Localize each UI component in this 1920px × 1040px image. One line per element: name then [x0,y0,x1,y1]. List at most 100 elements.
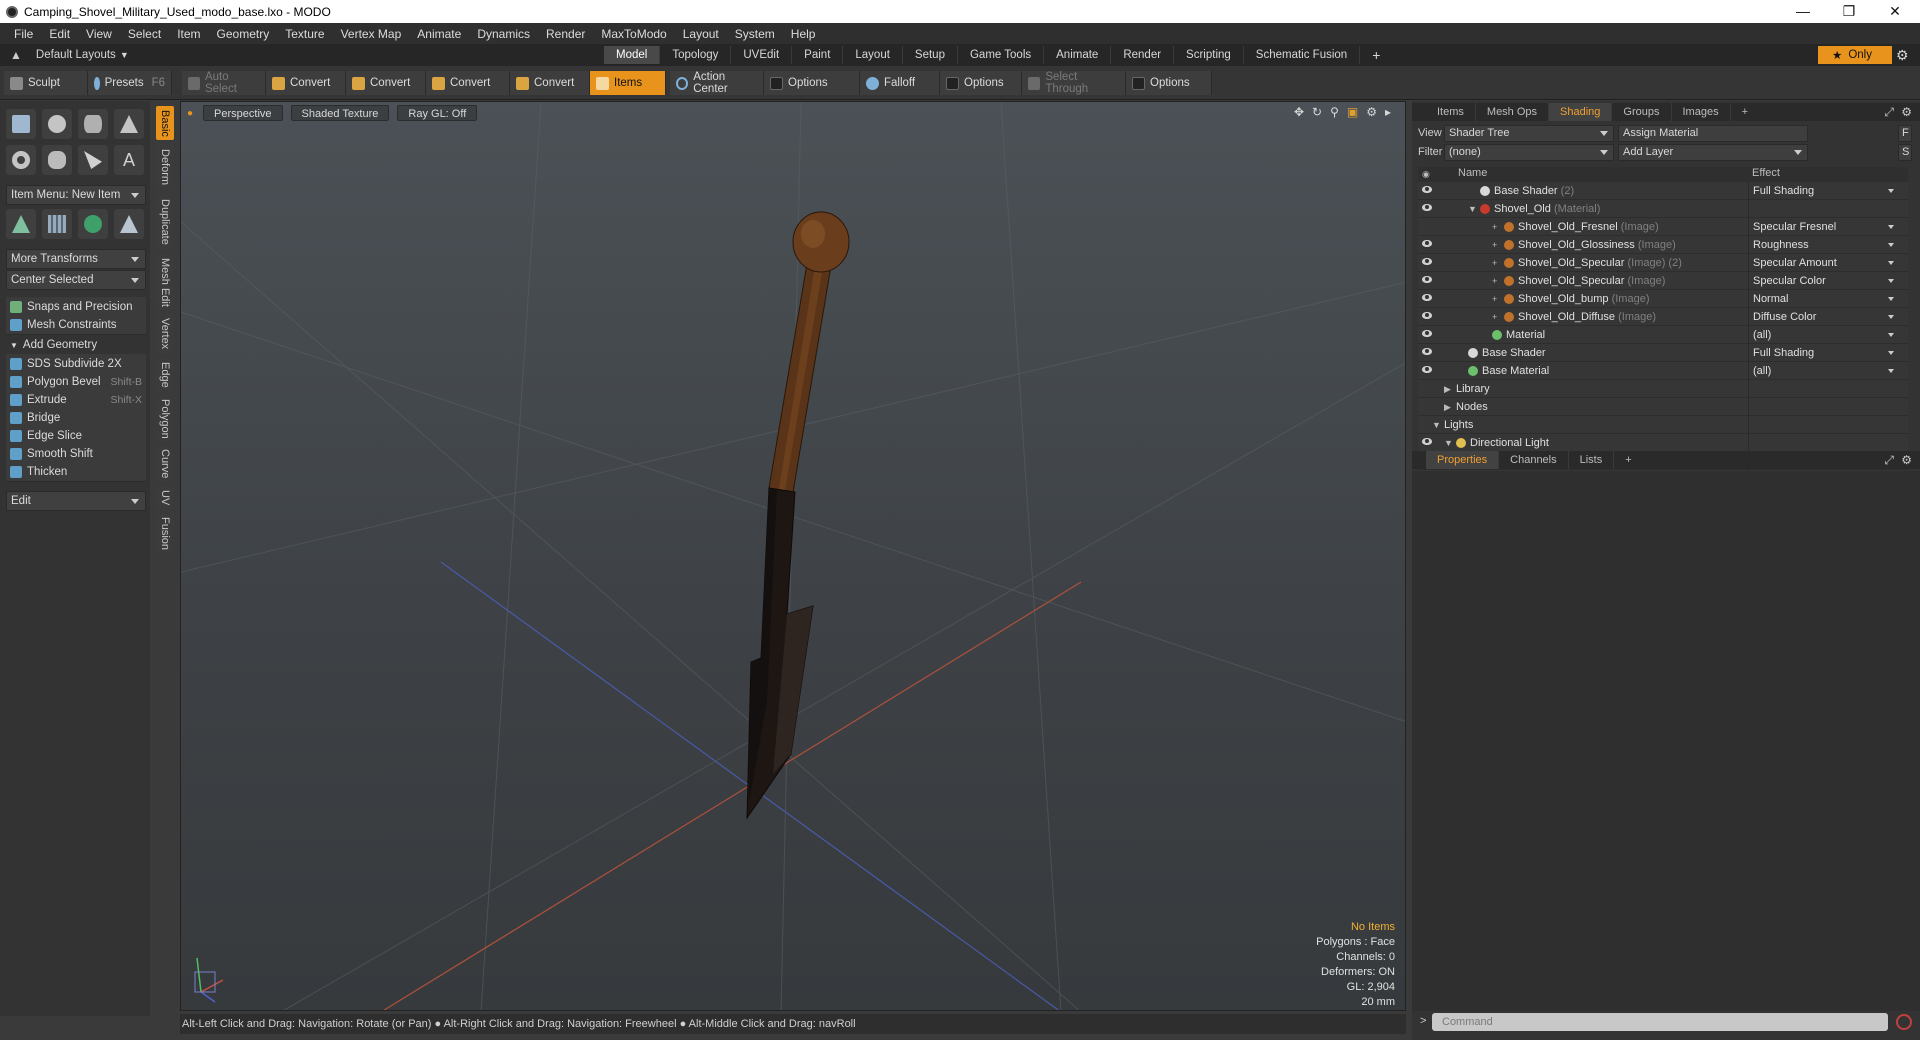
tree-row[interactable]: + Shovel_Old_Diffuse (Image) Diffuse Color [1418,308,1908,326]
command-input[interactable]: Command [1432,1013,1888,1031]
viewport-gear-icon[interactable]: ⚙ [1366,105,1377,119]
snaps-precision-button[interactable]: Snaps and Precision [6,297,146,317]
visibility-eye-icon[interactable] [1422,294,1432,301]
record-icon[interactable] [1896,1014,1912,1030]
tab-animate[interactable]: Animate [1044,46,1112,64]
tab-paint[interactable]: Paint [792,46,844,64]
tree-row[interactable]: ▶ Nodes [1418,398,1908,416]
tree-row-effect[interactable] [1748,416,1898,434]
gear-icon[interactable]: ⚙ [1896,47,1909,64]
vtab-polygon[interactable]: Polygon [156,396,174,442]
tree-row[interactable]: + Shovel_Old_Fresnel (Image) Specular Fres… [1418,218,1908,236]
cone-primitive-icon[interactable] [114,109,144,139]
vtab-deform[interactable]: Deform [156,144,174,190]
tree-row-effect[interactable]: Specular Fresnel [1748,218,1898,236]
tab-shading[interactable]: Shading [1549,103,1613,121]
expand-toggle-icon[interactable]: + [1492,236,1502,254]
assign-material-button[interactable]: Assign Material [1618,125,1808,142]
sds-subdivide-button[interactable]: SDS Subdivide 2X [6,354,146,374]
vtab-mesh-edit[interactable]: Mesh Edit [156,254,174,310]
tab-render[interactable]: Render [1111,46,1175,64]
tab-layout[interactable]: Layout [843,46,903,64]
close-icon[interactable]: ✕ [1872,0,1918,23]
3d-viewport[interactable]: ● Perspective Shaded Texture Ray GL: Off… [180,101,1406,1011]
mesh-constraints-button[interactable]: Mesh Constraints [6,315,146,335]
expand-toggle-icon[interactable]: + [1492,290,1502,308]
vtab-duplicate[interactable]: Duplicate [156,194,174,250]
expand-toggle-icon[interactable]: ▼ [1444,434,1454,452]
vtab-edge[interactable]: Edge [156,358,174,392]
sculpt-button[interactable]: Sculpt [4,71,88,95]
visibility-eye-icon[interactable] [1422,204,1432,211]
visibility-eye-icon[interactable] [1422,276,1432,283]
tree-row[interactable]: ▼ Shovel_Old (Material) [1418,200,1908,218]
polygon-bevel-button[interactable]: Polygon Bevel Shift-B [6,372,146,392]
action-center-button[interactable]: Action Center [670,71,764,95]
pen-tool-icon[interactable] [78,145,108,175]
menu-dynamics[interactable]: Dynamics [469,27,538,41]
zoom-view-icon[interactable]: ⚲ [1330,105,1339,119]
cube-primitive-icon[interactable] [6,109,36,139]
transform-icon[interactable] [6,209,36,239]
menu-layout[interactable]: Layout [675,27,727,41]
menu-edit[interactable]: Edit [41,27,78,41]
tree-row[interactable]: + Shovel_Old_Specular (Image) (2) Specular… [1418,254,1908,272]
f-button[interactable]: F [1898,125,1912,142]
tube-primitive-icon[interactable] [42,145,72,175]
tree-row[interactable]: + Shovel_Old_Specular (Image) Specular Col… [1418,272,1908,290]
vtab-curve[interactable]: Curve [156,446,174,482]
falloff-button[interactable]: Falloff [860,71,940,95]
convert-button-1[interactable]: Convert [266,71,346,95]
default-layouts-dropdown[interactable]: Default Layouts [36,49,116,61]
expand-icon[interactable]: ⤢ [1884,105,1894,120]
smooth-shift-button[interactable]: Smooth Shift [6,444,146,464]
tree-row-effect[interactable]: Roughness [1748,236,1898,254]
tree-row-effect[interactable]: (all) [1748,362,1898,380]
panel-gear-icon[interactable]: ⚙ [1901,105,1912,119]
visibility-eye-icon[interactable] [1422,186,1432,193]
expand-toggle-icon[interactable]: ▼ [1432,416,1442,434]
tab-images[interactable]: Images [1672,103,1731,121]
expand-toggle-icon[interactable]: + [1492,254,1502,272]
layout-icon[interactable]: ▲ [10,48,22,62]
convert-button-4[interactable]: Convert [510,71,590,95]
pyramid-grid-icon[interactable] [114,209,144,239]
texture-grid-icon[interactable] [42,209,72,239]
items-button[interactable]: Items [590,71,666,95]
fit-view-icon[interactable]: ▣ [1347,105,1358,119]
select-options-button[interactable]: Options [1126,71,1212,95]
center-selected-dropdown[interactable]: Center Selected [6,270,146,290]
visibility-eye-icon[interactable] [1422,438,1432,445]
menu-file[interactable]: File [6,27,41,41]
ray-gl-button[interactable]: Ray GL: Off [397,105,478,121]
filter-dropdown[interactable]: (none) [1444,144,1614,161]
tree-row[interactable]: ▼ Directional Light [1418,434,1908,452]
tree-row-effect[interactable]: Full Shading [1748,182,1898,200]
shovel-model[interactable] [746,211,850,820]
perspective-button[interactable]: Perspective [203,105,283,121]
visibility-eye-icon[interactable] [1422,330,1432,337]
add-layer-dropdown[interactable]: Add Layer [1618,144,1808,161]
edit-dropdown[interactable]: Edit [6,491,146,511]
vtab-fusion[interactable]: Fusion [156,514,174,554]
convert-button-3[interactable]: Convert [426,71,510,95]
falloff-options-button[interactable]: Options [940,71,1022,95]
tree-row[interactable]: ▶ Library [1418,380,1908,398]
tab-lists[interactable]: Lists [1569,451,1615,469]
tree-row[interactable]: Base Material (all) [1418,362,1908,380]
expand-toggle-icon[interactable]: + [1492,218,1502,236]
s-button[interactable]: S [1898,144,1912,161]
tree-row[interactable]: Material (all) [1418,326,1908,344]
menu-view[interactable]: View [78,27,120,41]
item-menu-dropdown[interactable]: Item Menu: New Item [6,185,146,205]
menu-geometry[interactable]: Geometry [209,27,278,41]
vtab-uv[interactable]: UV [156,486,174,510]
extrude-button[interactable]: Extrude Shift-X [6,390,146,410]
convert-button-2[interactable]: Convert [346,71,426,95]
bridge-button[interactable]: Bridge [6,408,146,428]
text-tool-icon[interactable]: A [114,145,144,175]
move-view-icon[interactable]: ✥ [1294,105,1304,119]
tab-mesh-ops[interactable]: Mesh Ops [1476,103,1550,121]
menu-render[interactable]: Render [538,27,593,41]
expand-toggle-icon[interactable]: ▶ [1444,398,1454,416]
